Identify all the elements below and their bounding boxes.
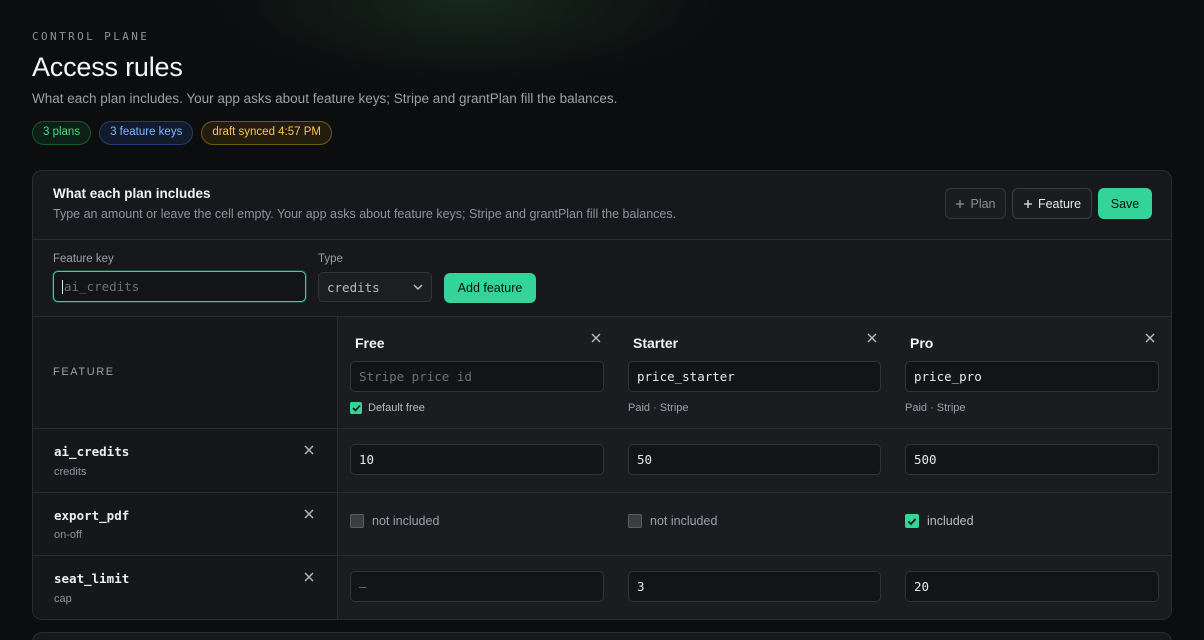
price-id-input-starter[interactable]: price_starter	[628, 361, 881, 392]
page-subtitle: What each plan includes. Your app asks a…	[32, 91, 618, 106]
price-id-placeholder-free: Stripe price id	[359, 369, 472, 384]
feature-type: on-off	[54, 529, 82, 541]
checkbox-checked-icon	[905, 514, 919, 528]
plus-icon	[1023, 199, 1032, 208]
plan-name-starter: Starter	[633, 335, 679, 351]
include-label: included	[927, 514, 974, 528]
cap-input-free[interactable]: —	[350, 571, 604, 602]
page-title: Access rules	[32, 52, 183, 82]
include-toggle-pro[interactable]: included	[905, 514, 974, 528]
feature-key: ai_credits	[54, 444, 130, 459]
feature-column-header: FEATURE	[53, 366, 115, 378]
add-feature-label: Add feature	[457, 281, 523, 295]
plan-name-pro: Pro	[910, 335, 934, 351]
card-header: What each plan includes Type an amount o…	[33, 171, 1171, 240]
page-header: CONTROL PLANE Access rules What each pla…	[32, 30, 1172, 145]
next-card-edge	[32, 632, 1172, 640]
plans-count-badge: 3 plans	[32, 121, 92, 145]
plan-matrix-card: What each plan includes Type an amount o…	[32, 170, 1172, 620]
table-header: FEATURE Free Stripe price id Default fre…	[33, 317, 1171, 429]
feature-key-label: Feature key	[53, 253, 114, 265]
checkbox-unchecked-icon	[350, 514, 364, 528]
add-plan-label: Plan	[970, 196, 996, 211]
add-feature-toolbar-button[interactable]: Feature	[1012, 188, 1092, 219]
amount-value: 50	[637, 452, 653, 467]
default-free-toggle[interactable]: Default free	[350, 402, 425, 414]
add-feature-button[interactable]: Add feature	[444, 273, 536, 303]
cap-value: 3	[637, 579, 645, 594]
plan-name-free: Free	[355, 335, 385, 351]
table-row: export_pdf on-off not included not inclu…	[33, 493, 1171, 556]
price-id-value-starter: price_starter	[637, 369, 735, 384]
remove-plan-starter-close-icon[interactable]	[865, 331, 879, 345]
type-select[interactable]: credits	[318, 272, 432, 302]
add-feature-form: Feature key ai_credits Type credits Add …	[33, 240, 1171, 317]
chevron-down-icon	[413, 284, 423, 291]
include-label: not included	[650, 514, 718, 528]
table-row: ai_credits credits 10 50 500	[33, 429, 1171, 493]
cap-value: 20	[914, 579, 930, 594]
type-label: Type	[318, 253, 343, 265]
feature-key-placeholder: ai_credits	[64, 279, 140, 294]
table-row: seat_limit cap — 3 20	[33, 556, 1171, 619]
price-id-value-pro: price_pro	[914, 369, 982, 384]
text-caret	[62, 279, 63, 294]
feature-type: credits	[54, 466, 87, 478]
remove-feature-close-icon[interactable]	[302, 507, 316, 521]
price-id-input-pro[interactable]: price_pro	[905, 361, 1159, 392]
cap-input-starter[interactable]: 3	[628, 571, 881, 602]
remove-feature-close-icon[interactable]	[302, 443, 316, 457]
add-plan-button[interactable]: Plan	[945, 188, 1006, 219]
default-free-label: Default free	[368, 402, 425, 414]
remove-plan-free-close-icon[interactable]	[589, 331, 603, 345]
feature-keys-badge: 3 feature keys	[99, 121, 194, 145]
amount-input-free[interactable]: 10	[350, 444, 604, 475]
badge-row: 3 plans 3 feature keys draft synced 4:57…	[32, 121, 1172, 145]
amount-input-pro[interactable]: 500	[905, 444, 1159, 475]
amount-input-starter[interactable]: 50	[628, 444, 881, 475]
cap-input-pro[interactable]: 20	[905, 571, 1159, 602]
include-toggle-starter[interactable]: not included	[628, 514, 717, 528]
sync-status-badge: draft synced 4:57 PM	[201, 121, 332, 145]
save-label: Save	[1110, 196, 1140, 211]
checkbox-checked-icon	[350, 402, 362, 414]
plus-icon	[956, 199, 965, 208]
card-subtitle: Type an amount or leave the cell empty. …	[53, 207, 677, 221]
save-button[interactable]: Save	[1098, 188, 1152, 219]
plan-note-starter: Paid · Stripe	[628, 402, 689, 414]
type-select-value: credits	[327, 279, 380, 295]
feature-type: cap	[54, 593, 72, 605]
feature-key: export_pdf	[54, 508, 130, 523]
eyebrow: CONTROL PLANE	[32, 30, 150, 43]
add-feature-toolbar-label: Feature	[1037, 196, 1082, 211]
plan-note-pro: Paid · Stripe	[905, 402, 966, 414]
remove-feature-close-icon[interactable]	[302, 570, 316, 584]
card-title: What each plan includes	[53, 186, 211, 201]
include-label: not included	[372, 514, 440, 528]
checkbox-unchecked-icon	[628, 514, 642, 528]
remove-plan-pro-close-icon[interactable]	[1143, 331, 1157, 345]
price-id-input-free[interactable]: Stripe price id	[350, 361, 604, 392]
amount-value: 500	[914, 452, 937, 467]
include-toggle-free[interactable]: not included	[350, 514, 439, 528]
feature-key-input[interactable]: ai_credits	[53, 271, 306, 302]
cap-placeholder: —	[359, 579, 367, 594]
feature-key: seat_limit	[54, 571, 130, 586]
amount-value: 10	[359, 452, 375, 467]
